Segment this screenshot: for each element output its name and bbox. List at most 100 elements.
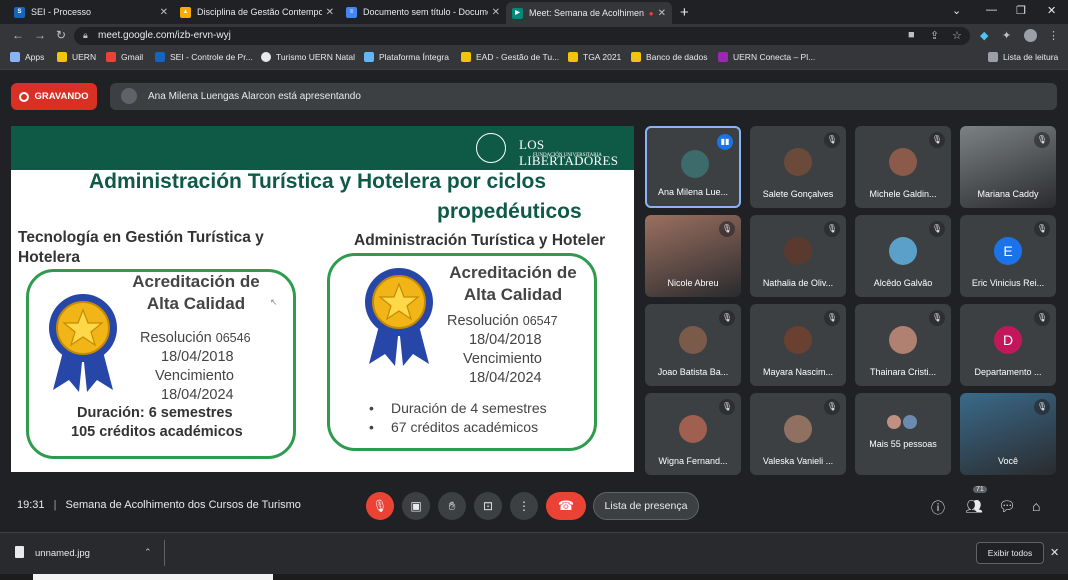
participant-tile[interactable]: Mais 55 pessoas — [855, 393, 951, 475]
participant-name: Valeska Vanieli ... — [762, 456, 834, 466]
reading-list-icon — [988, 52, 998, 62]
reading-list[interactable]: Lista de leitura — [988, 52, 1058, 62]
avatar — [681, 150, 709, 178]
leave-call-button[interactable]: ☎︎ — [546, 492, 586, 520]
profile-avatar[interactable] — [1024, 29, 1037, 42]
drive-icon: ▲ — [180, 6, 191, 18]
left-cert-credits: 105 créditos académicos — [71, 424, 243, 440]
tab-sei[interactable]: S SEI - Processo ✕ — [8, 2, 174, 22]
recording-label: GRAVANDO — [34, 91, 89, 102]
integra-icon — [364, 52, 374, 62]
activities-icon[interactable]: ⌂ — [1032, 498, 1040, 514]
participant-name: Eric Vinicius Rei... — [971, 278, 1045, 288]
bookmark-apps[interactable]: Apps — [10, 52, 44, 62]
participant-tile[interactable]: 🎙︎ Joao Batista Ba... — [645, 304, 741, 386]
participant-name: Você — [997, 456, 1019, 466]
tab-documento[interactable]: ≡ Documento sem título - Docume ✕ — [340, 2, 506, 22]
camera-icon[interactable]: ■ — [908, 29, 915, 41]
bookmark-star-icon[interactable]: ☆ — [952, 29, 962, 42]
taskbar-search[interactable] — [33, 574, 273, 580]
chat-icon[interactable]: 💬︎ — [998, 498, 1016, 515]
participant-name: Salete Gonçalves — [762, 189, 834, 199]
participant-tile[interactable]: 🎙︎ Mayara Nascim... — [750, 304, 846, 386]
participant-tile[interactable]: ▮▮ Ana Milena Lue... — [645, 126, 741, 208]
participant-tile[interactable]: 🎙︎ Thainara Cristi... — [855, 304, 951, 386]
meeting-clock: 19:31 — [17, 499, 45, 511]
bookmark-uern[interactable]: UERN — [57, 52, 96, 62]
more-options-button[interactable]: ⋮ — [510, 492, 538, 520]
extension-icon[interactable]: ◆ — [980, 29, 988, 42]
meeting-title: Semana de Acolhimento dos Cursos de Turi… — [65, 499, 301, 511]
bookmark-uern-conecta[interactable]: UERN Conecta – Pl... — [718, 52, 815, 62]
avatar — [679, 415, 707, 443]
university-seal-icon — [476, 133, 506, 163]
reload-icon[interactable]: ↻ — [56, 28, 66, 42]
close-window-button[interactable]: ✕ — [1047, 4, 1056, 17]
folder-icon — [57, 52, 67, 62]
participant-tile[interactable]: 🎙︎ Alcêdo Galvão — [855, 215, 951, 297]
presenter-avatar — [121, 88, 137, 104]
back-icon[interactable]: ← — [12, 28, 24, 42]
forward-icon[interactable]: → — [34, 28, 46, 42]
maximize-button[interactable]: ❐ — [1016, 4, 1026, 17]
recording-dot-icon: ● — [648, 8, 654, 18]
tab-search-icon[interactable]: ⌄ — [952, 4, 961, 17]
tab-disciplina[interactable]: ▲ Disciplina de Gestão Contempor ✕ — [174, 2, 340, 22]
avatar — [784, 148, 812, 176]
slide-title-line2: propedéuticos — [437, 200, 582, 223]
close-icon[interactable]: ✕ — [160, 7, 168, 18]
participant-tile[interactable]: 🎙︎ Você — [960, 393, 1056, 475]
share-icon[interactable]: ⇪ — [930, 29, 939, 42]
meeting-details-icon[interactable]: ⓘ — [931, 498, 945, 518]
bookmark-gmail[interactable]: Gmail — [106, 52, 143, 62]
participant-tile[interactable]: 🎙︎ Mariana Caddy — [960, 126, 1056, 208]
right-program-heading: Administración Turística y Hoteler — [354, 232, 606, 249]
participant-tile[interactable]: 🎙︎ Nathalia de Oliv... — [750, 215, 846, 297]
people-count-badge: 71 — [973, 486, 987, 493]
more-vert-icon: ⋮ — [518, 499, 530, 513]
show-all-button[interactable]: Exibir todos — [976, 542, 1044, 564]
menu-kebab-icon[interactable]: ⋮ — [1048, 29, 1059, 42]
microphone-off-button[interactable]: 🎙︎ — [366, 492, 394, 520]
mic-off-icon: 🎙︎ — [372, 499, 388, 513]
bookmark-integra[interactable]: Plataforma Íntegra — [364, 52, 449, 62]
present-now-button[interactable]: ⊡ — [474, 492, 502, 520]
bookmark-ead[interactable]: EAD - Gestão de Tu... — [461, 52, 559, 62]
participant-tile[interactable]: 🎙︎ Michele Galdin... — [855, 126, 951, 208]
minimize-button[interactable]: — — [986, 4, 997, 16]
lock-icon[interactable]: 🔒︎ — [83, 30, 88, 41]
apps-grid-icon — [10, 52, 20, 62]
extensions-puzzle-icon[interactable]: ✦ — [1002, 29, 1011, 42]
chevron-up-icon[interactable]: ⌃ — [144, 547, 152, 558]
left-cert-date: 18/04/2018 — [161, 349, 234, 365]
attendance-list-button[interactable]: Lista de presença — [593, 492, 699, 520]
bookmark-sei[interactable]: SEI - Controle de Pr... — [155, 52, 253, 62]
bookmark-turismo[interactable]: Turismo UERN Natal — [261, 52, 355, 62]
hand-icon: ✋︎ — [448, 498, 456, 513]
participant-name: Joao Batista Ba... — [657, 367, 729, 377]
close-icon[interactable]: ✕ — [658, 8, 666, 19]
meeting-info: 19:31 | Semana de Acolhimento dos Cursos… — [17, 499, 301, 511]
avatar: D — [994, 326, 1022, 354]
url-text[interactable]: meet.google.com/izb-ervn-wyj — [98, 30, 231, 41]
participant-tile[interactable]: 🎙︎ Nicole Abreu — [645, 215, 741, 297]
close-icon[interactable]: ✕ — [326, 7, 334, 18]
participant-tile[interactable]: 🎙︎ Wigna Fernand... — [645, 393, 741, 475]
participant-tile[interactable]: D 🎙︎ Departamento ... — [960, 304, 1056, 386]
download-file-name[interactable]: unnamed.jpg — [35, 548, 90, 559]
raise-hand-button[interactable]: ✋︎ — [438, 492, 466, 520]
participant-tile[interactable]: 🎙︎ Salete Gonçalves — [750, 126, 846, 208]
participant-tile[interactable]: 🎙︎ Valeska Vanieli ... — [750, 393, 846, 475]
bookmark-tga[interactable]: TGA 2021 — [568, 52, 621, 62]
mic-muted-icon: 🎙︎ — [719, 399, 735, 415]
close-icon[interactable]: ✕ — [1050, 546, 1059, 559]
close-icon[interactable]: ✕ — [492, 7, 500, 18]
left-cert-title: Acreditación de Alta Calidad — [132, 272, 260, 313]
recording-button[interactable]: GRAVANDO — [11, 83, 97, 110]
new-tab-button[interactable]: + — [680, 4, 689, 21]
tab-meet[interactable]: ▶ Meet: Semana de Acolhimen ● ✕ — [506, 2, 672, 24]
bookmark-banco[interactable]: Banco de dados — [631, 52, 707, 62]
participant-tile[interactable]: E 🎙︎ Eric Vinicius Rei... — [960, 215, 1056, 297]
camera-button[interactable]: ▣ — [402, 492, 430, 520]
people-icon[interactable]: 👥︎ — [965, 498, 983, 515]
